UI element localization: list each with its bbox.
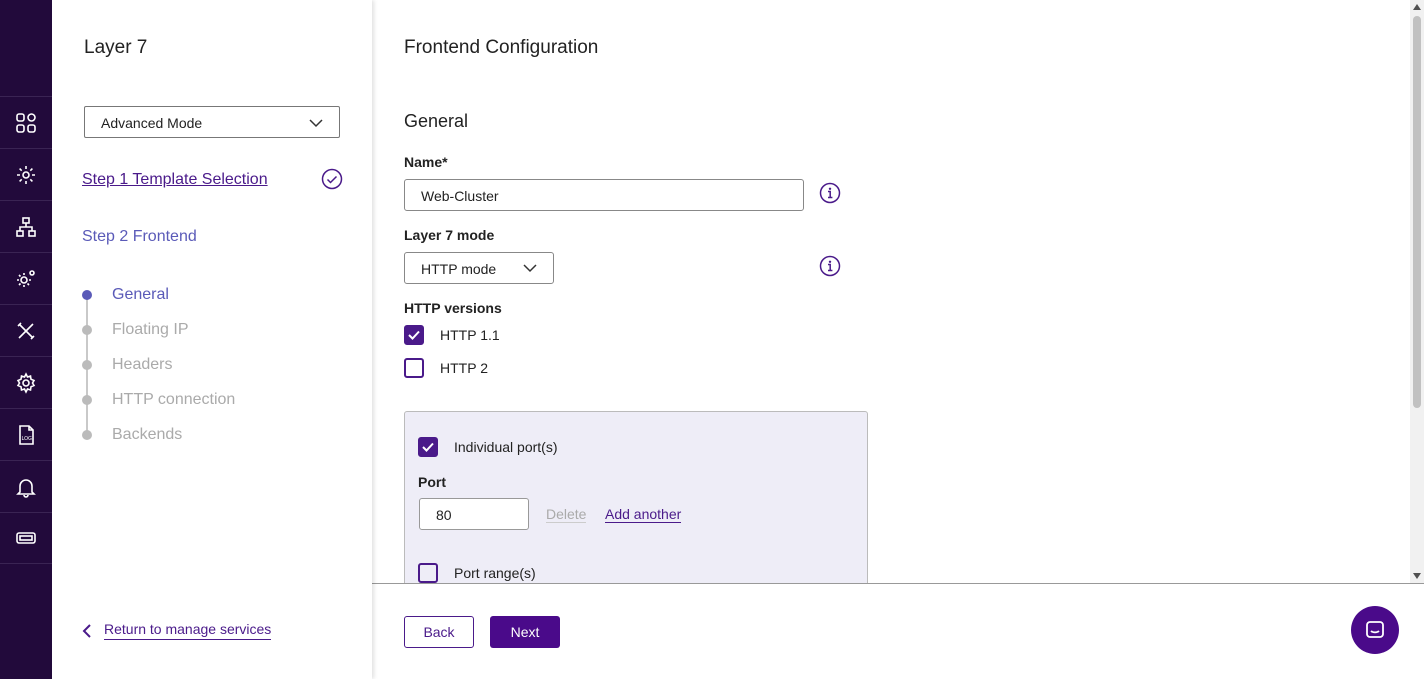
return-link[interactable]: Return to manage services	[82, 621, 272, 640]
log-icon-text: LOG	[22, 436, 33, 442]
ticket-icon[interactable]	[0, 512, 52, 564]
http2-checkbox[interactable]	[404, 358, 424, 378]
mode-select[interactable]: Advanced Mode	[84, 106, 340, 138]
gear-icon[interactable]	[0, 356, 52, 408]
section-title: General	[404, 111, 469, 131]
checkmark-icon	[408, 330, 420, 340]
port-input[interactable]: 80	[419, 498, 529, 530]
info-icon[interactable]	[819, 182, 841, 204]
substep-floating-ip[interactable]: Floating IP	[82, 319, 235, 354]
substep-backends[interactable]: Backends	[82, 424, 235, 459]
individual-ports-checkbox[interactable]	[418, 437, 438, 457]
substep-headers[interactable]: Headers	[82, 354, 235, 389]
tools-icon[interactable]	[0, 304, 52, 356]
step1-link[interactable]: Step 1 Template Selection	[82, 171, 268, 189]
chat-icon	[1366, 621, 1384, 638]
name-label: Name*	[404, 154, 448, 170]
dot	[82, 395, 92, 405]
http11-checkbox-row[interactable]: HTTP 1.1	[404, 325, 500, 345]
dashboard-icon[interactable]	[0, 96, 52, 148]
http-versions-label: HTTP versions	[404, 300, 502, 316]
checkmark-icon	[422, 442, 434, 452]
name-input[interactable]: Web-Cluster	[404, 179, 804, 211]
dot	[82, 430, 92, 440]
http2-label: HTTP 2	[440, 360, 488, 376]
name-input-value: Web-Cluster	[421, 188, 499, 204]
chevron-left-icon	[82, 623, 91, 638]
port-ranges-checkbox[interactable]	[418, 563, 438, 583]
individual-ports-row[interactable]: Individual port(s)	[418, 437, 558, 457]
footer: Back Next	[372, 583, 1424, 679]
l7-mode-value: HTTP mode	[421, 261, 497, 277]
port-input-value: 80	[436, 507, 452, 523]
http11-checkbox[interactable]	[404, 325, 424, 345]
left-rail: LOG	[0, 0, 52, 679]
bell-icon[interactable]	[0, 460, 52, 512]
panel-title: Layer 7	[84, 37, 148, 58]
port-box: Individual port(s) Port 80 Delete Add an…	[404, 411, 868, 583]
return-link-label: Return to manage services	[104, 621, 272, 640]
add-another-link[interactable]: Add another	[605, 506, 682, 523]
http2-checkbox-row[interactable]: HTTP 2	[404, 358, 488, 378]
page-title: Frontend Configuration	[404, 37, 599, 58]
main-content: Frontend Configuration General Name* Web…	[372, 0, 1410, 583]
settings-cogs-icon[interactable]	[0, 252, 52, 304]
info-icon[interactable]	[819, 255, 841, 277]
check-circle-icon	[321, 168, 343, 190]
chevron-down-icon	[523, 264, 537, 273]
individual-ports-label: Individual port(s)	[454, 439, 558, 455]
substep-label: Backends	[112, 426, 183, 443]
log-icon[interactable]: LOG	[0, 408, 52, 460]
scroll-up-arrow-icon[interactable]	[1413, 4, 1421, 10]
scroll-thumb[interactable]	[1413, 16, 1421, 408]
scroll-down-arrow-icon[interactable]	[1413, 573, 1421, 579]
http11-label: HTTP 1.1	[440, 327, 500, 343]
dot	[82, 360, 92, 370]
chat-button[interactable]	[1351, 606, 1399, 654]
network-icon[interactable]	[0, 200, 52, 252]
port-ranges-row[interactable]: Port range(s)	[418, 563, 536, 583]
scrollbar[interactable]	[1410, 0, 1424, 583]
l7-mode-label: Layer 7 mode	[404, 227, 495, 243]
port-ranges-label: Port range(s)	[454, 565, 536, 581]
substep-http-connection[interactable]: HTTP connection	[82, 389, 235, 424]
l7-mode-select[interactable]: HTTP mode	[404, 252, 554, 284]
port-label: Port	[418, 474, 446, 490]
chevron-down-icon	[309, 119, 323, 128]
substep-general[interactable]: General	[82, 284, 235, 319]
virtual-services-icon[interactable]	[0, 148, 52, 200]
back-button[interactable]: Back	[404, 616, 474, 648]
step2-label: Step 2 Frontend	[82, 228, 197, 245]
delete-link[interactable]: Delete	[546, 506, 587, 523]
substep-label: Headers	[112, 356, 173, 373]
substep-label: General	[112, 286, 169, 303]
next-button[interactable]: Next	[490, 616, 560, 648]
active-dot	[82, 290, 92, 300]
substep-label: Floating IP	[112, 321, 189, 338]
substep-label: HTTP connection	[112, 391, 236, 408]
substep-list: General Floating IP Headers HTTP connect…	[82, 284, 235, 459]
dot	[82, 325, 92, 335]
mode-select-value: Advanced Mode	[101, 115, 203, 131]
wizard-panel: Layer 7 Advanced Mode Step 1 Template Se…	[52, 0, 372, 679]
